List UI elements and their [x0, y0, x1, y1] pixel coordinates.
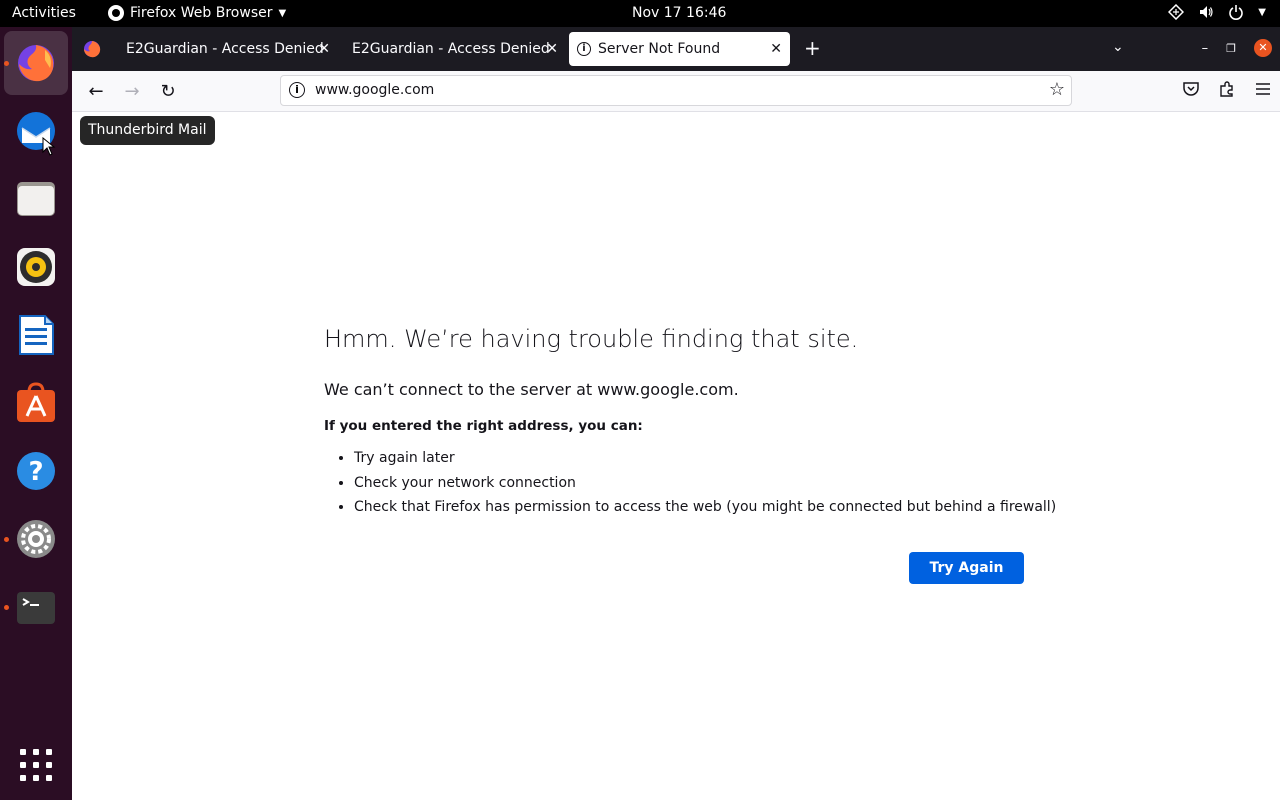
mouse-cursor-icon: [42, 137, 56, 156]
app-menu[interactable]: Firefox Web Browser ▼: [108, 5, 286, 21]
dock: ?: [0, 27, 72, 800]
activities-button[interactable]: Activities: [12, 5, 76, 21]
close-icon[interactable]: ✕: [318, 41, 330, 57]
dock-item-firefox[interactable]: [4, 31, 68, 95]
tab-server-not-found[interactable]: i Server Not Found ✕: [569, 32, 790, 66]
chevron-down-icon: ▼: [1258, 7, 1266, 18]
close-icon[interactable]: ✕: [546, 41, 558, 57]
info-icon: i: [577, 42, 591, 56]
try-again-button[interactable]: Try Again: [909, 552, 1024, 584]
dock-item-rhythmbox[interactable]: [4, 235, 68, 299]
power-icon: [1229, 5, 1244, 20]
tab-title: Server Not Found: [598, 41, 721, 57]
svg-text:?: ?: [28, 457, 43, 487]
list-item: Try again later: [354, 449, 1056, 474]
minimize-icon[interactable]: –: [1202, 41, 1209, 56]
dock-item-writer[interactable]: [4, 303, 68, 367]
dock-tooltip: Thunderbird Mail: [80, 116, 215, 145]
network-icon: [1168, 4, 1185, 20]
close-window-icon[interactable]: ✕: [1254, 39, 1272, 57]
pocket-icon[interactable]: [1182, 80, 1200, 98]
url-text[interactable]: www.google.com: [315, 82, 434, 98]
reload-icon[interactable]: ↻: [156, 80, 180, 104]
error-suggestions-heading: If you entered the right address, you ca…: [324, 418, 643, 434]
new-tab-button[interactable]: +: [804, 38, 821, 58]
volume-icon: [1200, 6, 1213, 18]
running-indicator: [4, 61, 9, 66]
top-bar: Activities Firefox Web Browser ▼ Nov 17 …: [0, 0, 1280, 27]
software-icon: [17, 382, 55, 422]
forward-arrow-icon[interactable]: →: [120, 80, 144, 104]
grid-icon[interactable]: [20, 749, 52, 781]
app-menu-label: Firefox Web Browser: [130, 5, 273, 21]
close-icon[interactable]: ✕: [770, 41, 782, 57]
dock-item-ubuntu-software[interactable]: [4, 371, 68, 435]
dock-item-files[interactable]: [4, 167, 68, 231]
chevron-down-icon: ▼: [278, 7, 287, 19]
navigation-toolbar: ← → ↻ i www.google.com ☆: [72, 71, 1280, 112]
maximize-icon[interactable]: ❐: [1226, 42, 1236, 55]
firefox-icon: [18, 45, 54, 82]
list-item: Check your network connection: [354, 474, 1056, 499]
dock-item-help[interactable]: ?: [4, 439, 68, 503]
site-info-icon[interactable]: i: [289, 82, 305, 98]
settings-icon: [17, 520, 55, 558]
dock-item-terminal[interactable]: [4, 575, 68, 639]
system-tray[interactable]: ▼: [1168, 4, 1266, 22]
error-title: Hmm. We’re having trouble finding that s…: [324, 325, 859, 353]
extensions-icon[interactable]: [1218, 80, 1236, 98]
help-icon: ?: [17, 452, 55, 490]
dock-item-thunderbird[interactable]: [4, 99, 68, 163]
running-indicator: [4, 605, 9, 610]
back-arrow-icon[interactable]: ←: [84, 80, 108, 104]
running-indicator: [4, 537, 9, 542]
writer-icon: [19, 315, 54, 355]
dock-item-settings[interactable]: [4, 507, 68, 571]
list-item: Check that Firefox has permission to acc…: [354, 498, 1056, 523]
clock[interactable]: Nov 17 16:46: [632, 5, 726, 21]
firefox-view-icon[interactable]: [82, 39, 102, 59]
list-all-tabs-chevron-icon[interactable]: ⌄: [1112, 39, 1124, 55]
rhythmbox-icon: [17, 248, 55, 286]
tab-title: E2Guardian - Access Denied: [126, 41, 324, 57]
error-suggestions-list: Try again later Check your network conne…: [354, 449, 1056, 523]
page-content: Hmm. We’re having trouble finding that s…: [72, 112, 1280, 800]
error-short-description: We can’t connect to the server at www.go…: [324, 380, 739, 399]
tab-e2guardian-2[interactable]: E2Guardian - Access Denied ✕: [342, 32, 566, 66]
tab-title: E2Guardian - Access Denied: [352, 41, 550, 57]
url-bar[interactable]: i www.google.com ☆: [280, 75, 1072, 106]
toolbar-right: [1182, 80, 1272, 98]
window-controls: – ❐ ✕: [1202, 39, 1272, 57]
firefox-icon: [108, 5, 124, 21]
tab-bar: E2Guardian - Access Denied ✕ E2Guardian …: [72, 27, 1280, 71]
tab-e2guardian-1[interactable]: E2Guardian - Access Denied ✕: [116, 32, 338, 66]
files-icon: [17, 182, 55, 216]
menu-hamburger-icon[interactable]: [1254, 80, 1272, 98]
bookmark-star-icon[interactable]: ☆: [1049, 79, 1065, 100]
terminal-icon: [17, 592, 55, 624]
